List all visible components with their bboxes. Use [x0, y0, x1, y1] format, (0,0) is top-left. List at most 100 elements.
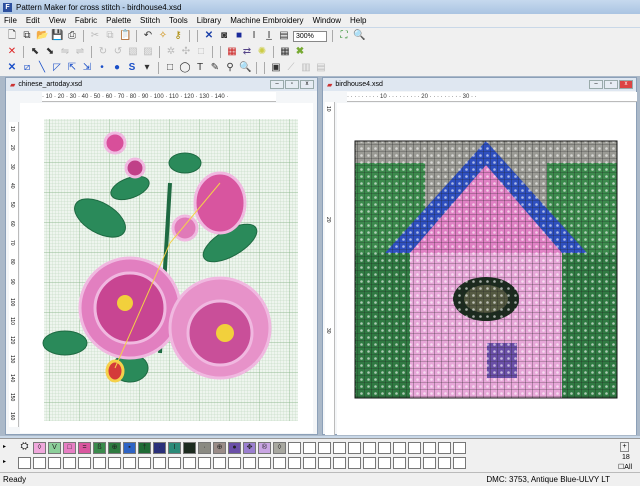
mirror-icon[interactable]: ⇌: [74, 46, 86, 58]
cross-stitch-view-icon[interactable]: ✕: [203, 30, 215, 42]
img2-icon[interactable]: ▨: [142, 46, 154, 58]
empty-swatch[interactable]: [108, 457, 121, 469]
palette-swatch[interactable]: ⊕: [213, 442, 226, 454]
empty-swatch[interactable]: [48, 457, 61, 469]
horizontal-ruler[interactable]: · · · · · · · · · 10 · · · · · · · · · 2…: [347, 92, 637, 102]
menu-edit[interactable]: Edit: [26, 16, 40, 25]
empty-swatch[interactable]: [318, 442, 331, 454]
petite-icon[interactable]: ⇲: [81, 62, 93, 74]
fill-icon[interactable]: ⬉: [29, 46, 41, 58]
palette-swatch[interactable]: ◊: [273, 442, 286, 454]
print-icon[interactable]: ⎙: [66, 30, 78, 42]
palette-swatch[interactable]: ®: [258, 442, 271, 454]
palette-swatch[interactable]: ✥: [243, 442, 256, 454]
palette-swatch[interactable]: V: [48, 442, 61, 454]
empty-swatch[interactable]: [333, 442, 346, 454]
full-stitch-icon[interactable]: ✕: [6, 62, 18, 74]
menu-help[interactable]: Help: [350, 16, 366, 25]
empty-swatch[interactable]: [183, 457, 196, 469]
pages-icon[interactable]: ▤: [315, 62, 327, 74]
chart-icon[interactable]: ▣: [270, 62, 282, 74]
lasso-icon[interactable]: ◯: [179, 62, 191, 74]
empty-swatch[interactable]: [123, 457, 136, 469]
text-tool-icon[interactable]: T: [194, 62, 206, 74]
delete-icon[interactable]: ✕: [6, 46, 18, 58]
palette-swatch[interactable]: ⊕: [108, 442, 121, 454]
empty-swatch[interactable]: [363, 442, 376, 454]
menu-machine-embroidery[interactable]: Machine Embroidery: [230, 16, 303, 25]
empty-swatch[interactable]: [18, 457, 31, 469]
grid-icon[interactable]: ▦: [279, 46, 291, 58]
empty-swatch[interactable]: [378, 442, 391, 454]
knot-icon[interactable]: ✣: [180, 46, 192, 58]
palette-scroll-up[interactable]: ▸: [3, 443, 6, 450]
all-checkbox[interactable]: ☐All: [618, 463, 632, 471]
eyedropper-icon[interactable]: ⚲: [224, 62, 236, 74]
background-icon[interactable]: ⛭: [18, 442, 31, 454]
palette-swatch[interactable]: □: [63, 442, 76, 454]
pattern-window-chinese[interactable]: ▰ chinese_artoday.xsd – ▫ x · 10 · 20 · 30…: [5, 77, 318, 435]
palette-swatch[interactable]: I: [168, 442, 181, 454]
empty-swatch[interactable]: [198, 457, 211, 469]
maximize-button[interactable]: ▫: [604, 80, 618, 89]
empty-swatch[interactable]: [348, 442, 361, 454]
palette-swatch[interactable]: ●: [228, 442, 241, 454]
palette-swatch[interactable]: [183, 442, 196, 454]
text-icon[interactable]: I: [248, 30, 260, 42]
empty-swatch[interactable]: [348, 457, 361, 469]
maximize-button[interactable]: ▫: [285, 80, 299, 89]
palette-swatch[interactable]: =: [78, 442, 91, 454]
fit-icon[interactable]: ⛶: [338, 30, 350, 42]
empty-swatch[interactable]: [153, 457, 166, 469]
page-icon[interactable]: ▤: [278, 30, 290, 42]
empty-swatch[interactable]: [408, 457, 421, 469]
img-icon[interactable]: ▧: [127, 46, 139, 58]
empty-swatch[interactable]: [63, 457, 76, 469]
wizard-icon[interactable]: ✧: [157, 30, 169, 42]
empty-swatch[interactable]: [243, 457, 256, 469]
empty-swatch[interactable]: [273, 457, 286, 469]
copy-doc-icon[interactable]: ⧉: [21, 30, 33, 42]
new-icon[interactable]: 🗋: [6, 30, 18, 42]
menu-view[interactable]: View: [49, 16, 66, 25]
text-l-icon[interactable]: I̲: [263, 30, 275, 42]
special-stitch-icon[interactable]: S: [126, 62, 138, 74]
empty-swatch[interactable]: [438, 442, 451, 454]
pattern-canvas[interactable]: [20, 103, 313, 433]
horizontal-ruler[interactable]: · 10 · 20 · 30 · 40 · 50 · 60 · 70 · 80 …: [42, 92, 276, 102]
palette-swatch[interactable]: †: [138, 442, 151, 454]
bead-icon[interactable]: ●: [111, 62, 123, 74]
rotate-icon[interactable]: ↻: [97, 46, 109, 58]
columns-icon[interactable]: ▥: [300, 62, 312, 74]
close-button[interactable]: x: [300, 80, 314, 89]
backstitch-icon[interactable]: ╲: [36, 62, 48, 74]
empty-swatch[interactable]: [33, 457, 46, 469]
empty-swatch[interactable]: [228, 457, 241, 469]
rect-select-icon[interactable]: □: [164, 62, 176, 74]
close-button[interactable]: x: [619, 80, 633, 89]
palette-scroll-down[interactable]: ▸: [3, 458, 6, 465]
undo-icon[interactable]: ↶: [142, 30, 154, 42]
empty-swatch[interactable]: [423, 442, 436, 454]
empty-swatch[interactable]: [393, 442, 406, 454]
color-picker-icon[interactable]: ✎: [209, 62, 221, 74]
empty-swatch[interactable]: [318, 457, 331, 469]
palette-swatch[interactable]: ·: [198, 442, 211, 454]
menu-stitch[interactable]: Stitch: [140, 16, 160, 25]
paste-icon[interactable]: 📋: [119, 30, 131, 42]
empty-swatch[interactable]: [258, 457, 271, 469]
empty-swatch[interactable]: [378, 457, 391, 469]
empty-swatch[interactable]: [453, 457, 466, 469]
sparkle-icon[interactable]: ✲: [165, 46, 177, 58]
menu-file[interactable]: File: [4, 16, 17, 25]
menu-window[interactable]: Window: [313, 16, 341, 25]
empty-swatch[interactable]: [168, 457, 181, 469]
empty-swatch[interactable]: [438, 457, 451, 469]
empty-swatch[interactable]: [408, 442, 421, 454]
select-icon[interactable]: □: [195, 46, 207, 58]
view-icon[interactable]: ◙: [218, 30, 230, 42]
replace-color-icon[interactable]: ⇄: [241, 46, 253, 58]
flower-pattern[interactable]: [20, 103, 313, 433]
pattern-window-birdhouse[interactable]: ▰ birdhouse4.xsd – ▫ x · · · · · · · · · 1…: [322, 77, 637, 435]
magnify-icon[interactable]: 🔍: [239, 62, 251, 74]
